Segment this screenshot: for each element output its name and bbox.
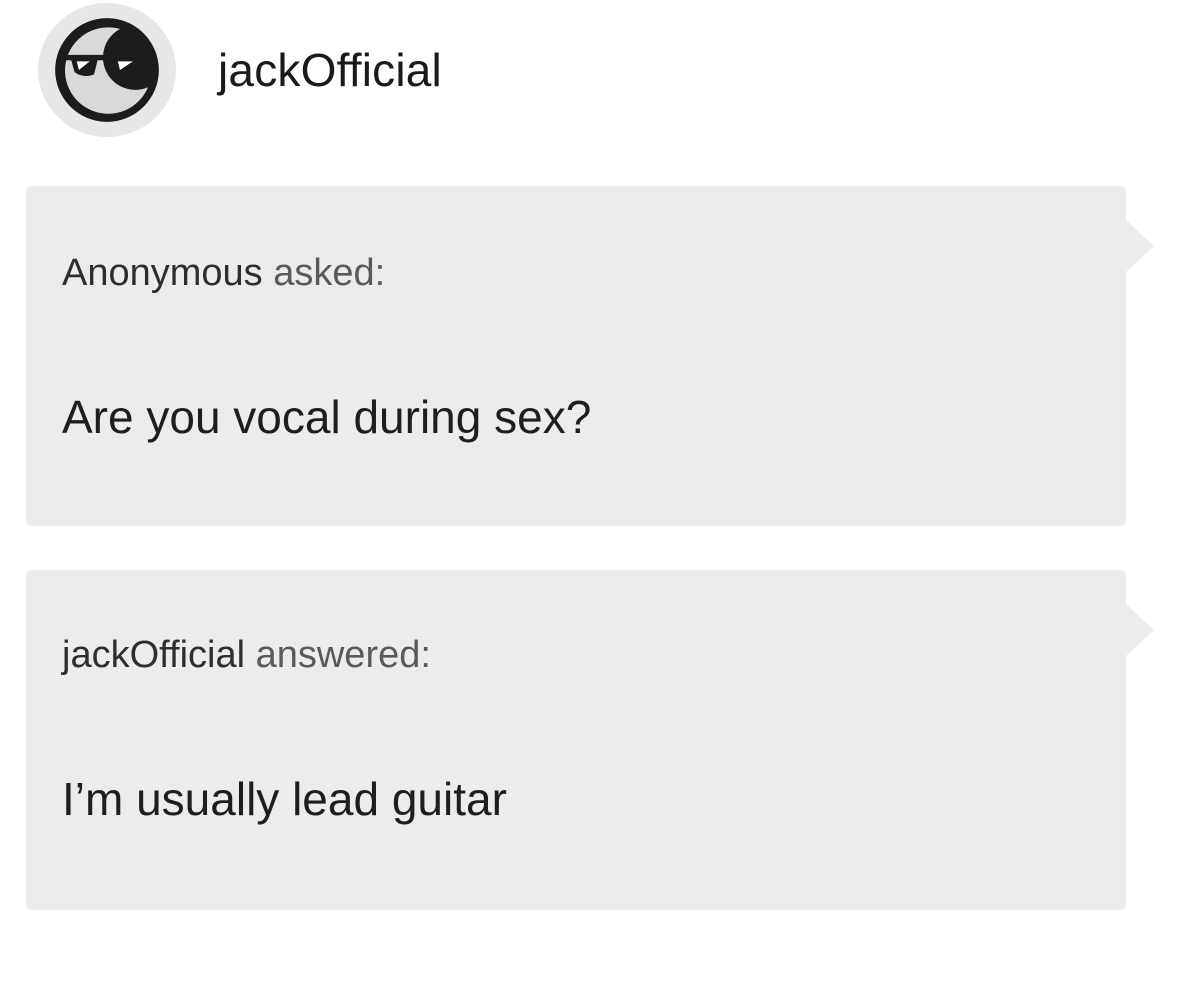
author-username[interactable]: jackOfficial [218,43,442,97]
sunglasses-face-icon [55,18,159,122]
question-text: Are you vocal during sex? [62,391,592,443]
post-header: jackOfficial [38,2,442,138]
answer-bubble: jackOfficial answered: I’m usually lead … [26,570,1154,910]
bubble-pointer [1126,604,1154,656]
asker-name: Anonymous [62,252,263,294]
avatar[interactable] [38,3,176,137]
ask-meta: Anonymous asked: [62,252,385,295]
ask-bubble: Anonymous asked: Are you vocal during se… [26,186,1154,526]
answer-text: I’m usually lead guitar [62,773,507,825]
answer-meta: jackOfficial answered: [62,634,431,677]
answerer-name[interactable]: jackOfficial [62,634,245,676]
bubble-pointer [1126,220,1154,272]
ask-verb: asked: [273,252,386,294]
answer-verb: answered: [255,634,431,676]
